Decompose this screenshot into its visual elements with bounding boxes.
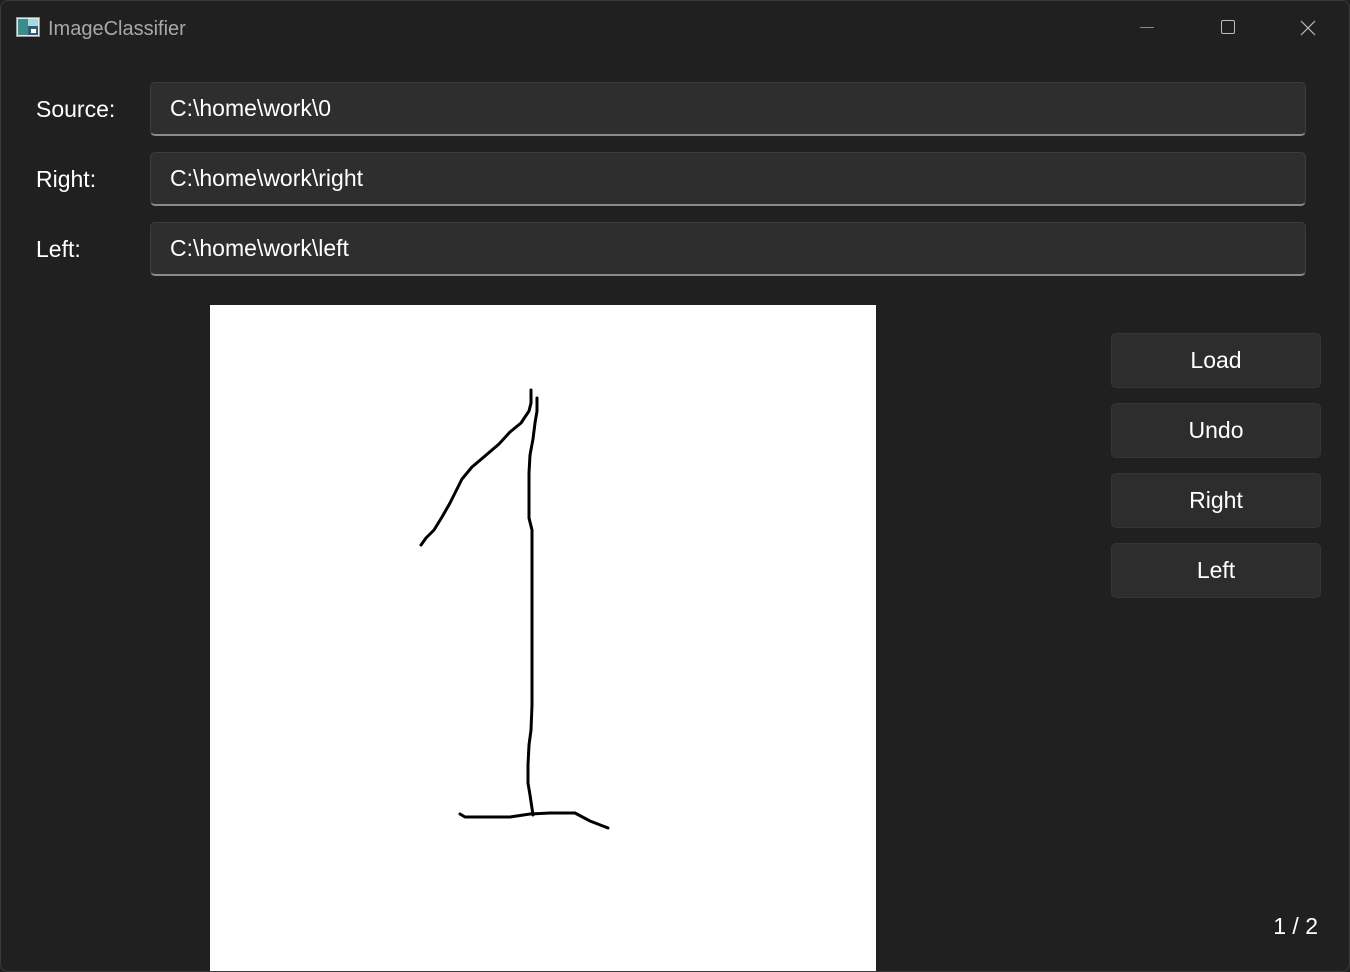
load-button[interactable]: Load [1111, 333, 1321, 388]
right-button[interactable]: Right [1111, 473, 1321, 528]
left-button[interactable]: Left [1111, 543, 1321, 598]
source-label: Source: [36, 96, 116, 122]
image-preview [210, 305, 876, 971]
left-path-input[interactable] [150, 222, 1306, 276]
minimize-icon [1140, 27, 1154, 28]
image-app-icon [16, 17, 40, 37]
maximize-button[interactable] [1197, 7, 1259, 49]
maximize-icon [1221, 20, 1235, 34]
source-path-input[interactable] [150, 82, 1306, 136]
undo-button[interactable]: Undo [1111, 403, 1321, 458]
right-label: Right: [36, 166, 97, 192]
close-button[interactable] [1277, 7, 1339, 49]
image-counter: 1 / 2 [1273, 913, 1318, 939]
app-window: ImageClassifier Source: Right: Left: [0, 0, 1350, 972]
close-icon [1300, 20, 1316, 36]
minimize-button[interactable] [1116, 7, 1178, 49]
title-bar[interactable]: ImageClassifier [1, 1, 1349, 55]
left-label: Left: [36, 236, 81, 262]
handwritten-digit-image [419, 388, 610, 830]
right-path-input[interactable] [150, 152, 1306, 206]
window-title: ImageClassifier [48, 18, 186, 40]
